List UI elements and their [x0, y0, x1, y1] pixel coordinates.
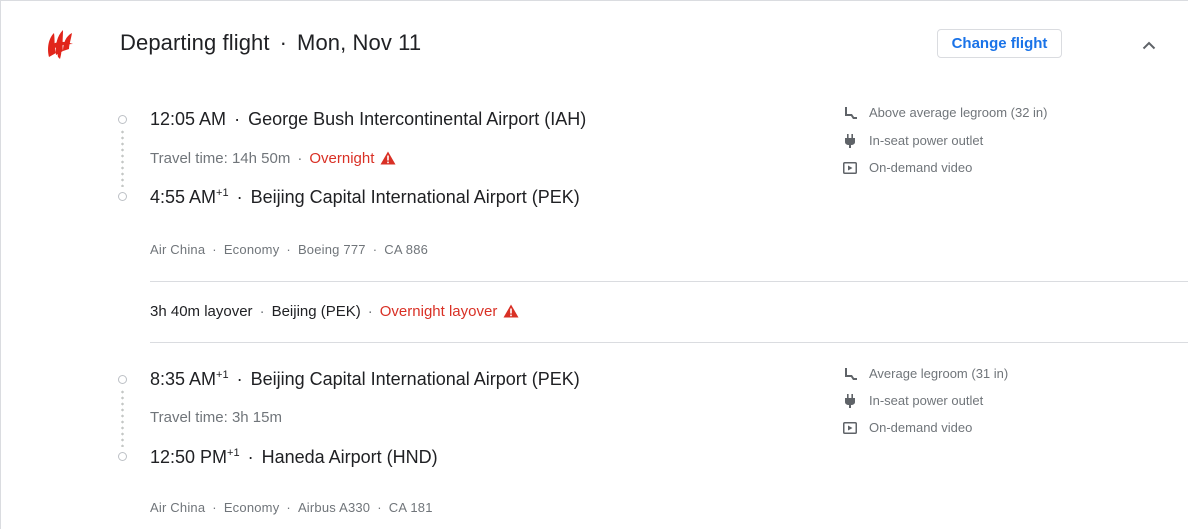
timeline-arrival-dot: [118, 192, 127, 201]
travel-time: Travel time: 14h 50m: [150, 150, 291, 167]
departure-date: Mon, Nov 11: [297, 30, 422, 55]
change-flight-button[interactable]: Change flight: [937, 29, 1062, 58]
day-offset: +1: [216, 187, 229, 199]
flight-number: CA 886: [384, 242, 429, 257]
segment-2-departure: 8:35 AM+1 · Beijing Capital International …: [150, 369, 580, 390]
aircraft: Airbus A330: [297, 500, 371, 515]
dot-separator: ·: [286, 242, 291, 257]
amenity-label: Average legroom (31 in): [869, 366, 1009, 381]
dot-separator: ·: [297, 150, 303, 167]
departure-time: 8:35 AM: [150, 369, 217, 389]
dot-separator: ·: [236, 187, 243, 207]
warning-icon: [380, 151, 396, 169]
day-offset: +1: [216, 369, 229, 381]
amenity-power: In-seat power outlet: [843, 133, 983, 148]
segment-1-meta: Air China · Economy · Boeing 777 · CA 886: [150, 242, 428, 257]
segment-2-travel-time: Travel time: 3h 15m: [150, 409, 282, 426]
timeline-arrival-dot: [118, 452, 127, 461]
cabin-class: Economy: [223, 242, 280, 257]
video-icon: [843, 161, 857, 175]
amenity-legroom: Average legroom (31 in): [843, 366, 1008, 381]
amenity-video: On-demand video: [843, 160, 972, 175]
amenity-label: Above average legroom (32 in): [869, 105, 1048, 120]
segment-2-meta: Air China · Economy · Airbus A330 · CA 181: [150, 500, 433, 515]
cabin-class: Economy: [223, 500, 280, 515]
flight-number: CA 181: [388, 500, 433, 515]
dot-separator: ·: [367, 303, 373, 320]
aircraft: Boeing 777: [297, 242, 366, 257]
power-icon: [843, 133, 857, 148]
warning-icon: [503, 304, 519, 322]
dot-separator: ·: [377, 500, 382, 515]
power-icon: [843, 393, 857, 408]
amenity-video: On-demand video: [843, 420, 972, 435]
dot-separator: ·: [286, 500, 291, 515]
layover-city: Beijing (PEK): [271, 303, 361, 320]
day-offset: +1: [227, 447, 240, 459]
departure-airport: Beijing Capital International Airport (P…: [250, 369, 580, 389]
dot-separator: ·: [247, 447, 254, 467]
timeline-connector: [121, 389, 124, 447]
timeline-departure-dot: [118, 375, 127, 384]
dot-separator: ·: [234, 109, 241, 129]
amenity-label: On-demand video: [869, 160, 973, 175]
amenity-label: In-seat power outlet: [869, 133, 984, 148]
arrival-airport: Haneda Airport (HND): [261, 447, 438, 467]
chevron-up-icon: [1142, 41, 1156, 49]
segment-1-departure: 12:05 AM · George Bush Intercontinental Ai…: [150, 109, 586, 130]
title-label: Departing flight: [120, 30, 270, 55]
amenity-legroom: Above average legroom (32 in): [843, 105, 1048, 120]
overnight-warning: Overnight: [309, 150, 375, 167]
amenity-label: On-demand video: [869, 420, 973, 435]
overnight-layover-warning: Overnight layover: [379, 303, 498, 320]
title-separator: ·: [279, 30, 288, 55]
air-china-logo: [45, 27, 75, 61]
dot-separator: ·: [236, 369, 243, 389]
legroom-icon: [843, 367, 857, 381]
dot-separator: ·: [372, 242, 378, 257]
amenity-label: In-seat power outlet: [869, 393, 984, 408]
layover-duration: 3h 40m layover: [150, 303, 253, 320]
divider: [150, 281, 1188, 282]
page-title: Departing flight · Mon, Nov 11: [120, 30, 421, 56]
amenity-power: In-seat power outlet: [843, 393, 983, 408]
dot-separator: ·: [212, 242, 217, 257]
arrival-airport: Beijing Capital International Airport (P…: [250, 187, 580, 207]
arrival-time: 12:50 PM: [150, 447, 228, 467]
timeline-departure-dot: [118, 115, 127, 124]
timeline-connector: [121, 129, 124, 187]
divider: [150, 342, 1188, 343]
segment-2-arrival: 12:50 PM+1 · Haneda Airport (HND): [150, 447, 438, 468]
flight-details-card: Departing flight · Mon, Nov 11 Change flig…: [0, 0, 1188, 529]
travel-time: Travel time: 3h 15m: [150, 409, 282, 426]
legroom-icon: [843, 106, 857, 120]
departure-airport: George Bush Intercontinental Airport (IA…: [248, 109, 587, 129]
airline: Air China: [150, 242, 206, 257]
layover-info: 3h 40m layover · Beijing (PEK) · Overnight l…: [150, 303, 519, 322]
video-icon: [843, 421, 857, 435]
departure-time: 12:05 AM: [150, 109, 227, 129]
segment-1-travel-time: Travel time: 14h 50m · Overnight: [150, 150, 396, 169]
segment-1-arrival: 4:55 AM+1 · Beijing Capital International …: [150, 187, 580, 208]
collapse-button[interactable]: [1135, 31, 1163, 59]
arrival-time: 4:55 AM: [150, 187, 217, 207]
dot-separator: ·: [259, 303, 265, 320]
dot-separator: ·: [212, 500, 217, 515]
airline: Air China: [150, 500, 206, 515]
